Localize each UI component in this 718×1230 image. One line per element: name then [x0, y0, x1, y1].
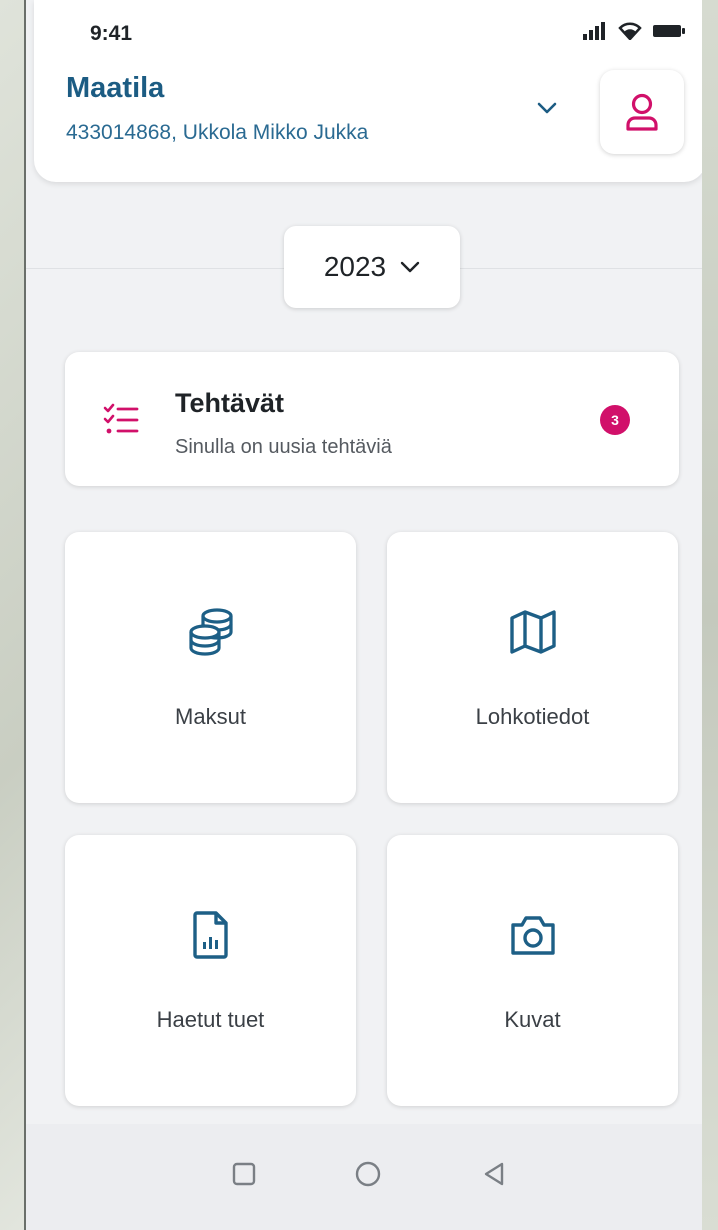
tile-maksut[interactable]: Maksut: [65, 532, 356, 803]
tile-label: Haetut tuet: [156, 1007, 265, 1032]
tasks-subtitle: Sinulla on uusia tehtäviä: [175, 436, 392, 458]
tile-label: Lohkotiedot: [475, 704, 590, 729]
nav-recents-button[interactable]: [222, 1152, 266, 1196]
signal-icon: [583, 22, 605, 40]
status-icons: [582, 22, 686, 40]
back-triangle-icon: [484, 1162, 504, 1186]
phone-screen: 9:41 Maatila 433014868, Ukkola Mikko Juk…: [24, 0, 702, 1230]
farm-selector-chevron[interactable]: [529, 90, 565, 126]
year-selector[interactable]: 2023: [284, 226, 460, 308]
nav-back-button[interactable]: [472, 1152, 516, 1196]
farm-title: Maatila: [66, 72, 165, 104]
document-chart-icon: [193, 911, 228, 959]
user-icon: [626, 93, 658, 131]
profile-button[interactable]: [600, 70, 684, 154]
tile-lohkotiedot[interactable]: Lohkotiedot: [387, 532, 678, 803]
camera-icon: [511, 916, 555, 955]
tasks-count-badge: 3: [600, 405, 630, 435]
android-nav-bar: [26, 1124, 702, 1230]
tile-kuvat[interactable]: Kuvat: [387, 835, 678, 1106]
battery-icon: [653, 25, 685, 37]
year-value: 2023: [323, 251, 387, 282]
tile-haetut-tuet[interactable]: Haetut tuet: [65, 835, 356, 1106]
map-icon: [510, 610, 556, 654]
tasks-card[interactable]: Tehtävät Sinulla on uusia tehtäviä 3: [65, 352, 679, 486]
header-card: 9:41 Maatila 433014868, Ukkola Mikko Juk…: [34, 0, 702, 182]
square-icon: [232, 1162, 256, 1186]
tile-label: Kuvat: [504, 1007, 561, 1032]
status-bar: 9:41: [34, 0, 702, 66]
chevron-down-icon: [400, 261, 420, 273]
circle-icon: [355, 1161, 381, 1187]
wifi-icon: [618, 22, 642, 40]
farm-subtitle: 433014868, Ukkola Mikko Jukka: [66, 121, 369, 144]
task-list-icon: [103, 403, 139, 434]
nav-home-button[interactable]: [346, 1152, 390, 1196]
tile-label: Maksut: [175, 704, 246, 729]
coins-icon: [189, 608, 233, 656]
tasks-title: Tehtävät: [175, 388, 285, 418]
background-edge: [702, 0, 718, 1230]
chevron-down-icon: [537, 102, 557, 114]
status-time: 9:41: [90, 22, 133, 45]
